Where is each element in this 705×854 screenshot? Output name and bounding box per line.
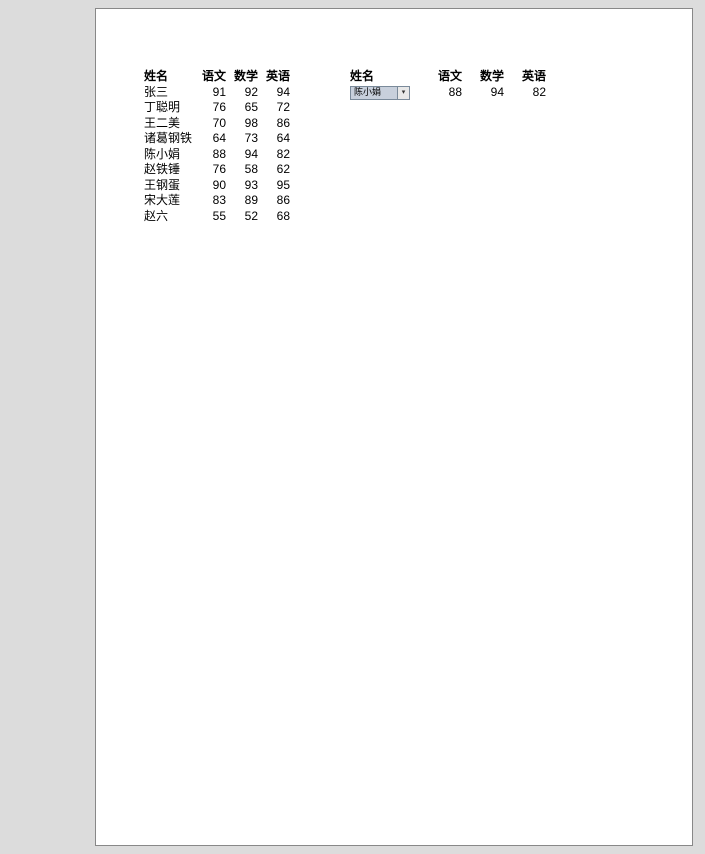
- cell-name: 王钢蛋: [144, 178, 194, 194]
- lookup-math: 94: [462, 85, 504, 101]
- header-english: 英语: [258, 69, 290, 85]
- cell-chinese: 83: [194, 193, 226, 209]
- lookup-header-math: 数学: [462, 69, 504, 85]
- cell-chinese: 76: [194, 100, 226, 116]
- table-row: 王二美709886: [144, 116, 290, 132]
- table-row: 赵铁锤765862: [144, 162, 290, 178]
- cell-name: 王二美: [144, 116, 194, 132]
- cell-math: 73: [226, 131, 258, 147]
- lookup-chinese: 88: [420, 85, 462, 101]
- lookup-table: 姓名 语文 数学 英语 陈小娟 ▾ 88 94 82: [350, 69, 546, 224]
- cell-english: 72: [258, 100, 290, 116]
- cell-name: 赵六: [144, 209, 194, 225]
- cell-english: 95: [258, 178, 290, 194]
- cell-name: 诸葛钢铁: [144, 131, 194, 147]
- cell-math: 52: [226, 209, 258, 225]
- cell-english: 94: [258, 85, 290, 101]
- cell-chinese: 91: [194, 85, 226, 101]
- header-name: 姓名: [144, 69, 194, 85]
- cell-math: 98: [226, 116, 258, 132]
- cell-name: 张三: [144, 85, 194, 101]
- cell-math: 89: [226, 193, 258, 209]
- lookup-header-row: 姓名 语文 数学 英语: [350, 69, 546, 85]
- cell-english: 64: [258, 131, 290, 147]
- header-chinese: 语文: [194, 69, 226, 85]
- lookup-header-name: 姓名: [350, 69, 420, 85]
- lookup-header-chinese: 语文: [420, 69, 462, 85]
- document-page: 姓名 语文 数学 英语 张三919294丁聪明766572王二美709886诸葛…: [95, 8, 693, 846]
- cell-chinese: 90: [194, 178, 226, 194]
- cell-english: 86: [258, 116, 290, 132]
- cell-chinese: 70: [194, 116, 226, 132]
- chevron-down-icon: ▾: [397, 87, 409, 99]
- cell-english: 82: [258, 147, 290, 163]
- lookup-english: 82: [504, 85, 546, 101]
- table-row: 丁聪明766572: [144, 100, 290, 116]
- dropdown-selected: 陈小娟: [354, 85, 397, 101]
- table-row: 赵六555268: [144, 209, 290, 225]
- table-row: 陈小娟889482: [144, 147, 290, 163]
- cell-chinese: 76: [194, 162, 226, 178]
- cell-math: 58: [226, 162, 258, 178]
- table-row: 王钢蛋909395: [144, 178, 290, 194]
- table-row: 宋大莲838986: [144, 193, 290, 209]
- cell-english: 68: [258, 209, 290, 225]
- cell-chinese: 64: [194, 131, 226, 147]
- table-header-row: 姓名 语文 数学 英语: [144, 69, 290, 85]
- cell-chinese: 55: [194, 209, 226, 225]
- lookup-header-english: 英语: [504, 69, 546, 85]
- cell-english: 62: [258, 162, 290, 178]
- content-area: 姓名 语文 数学 英语 张三919294丁聪明766572王二美709886诸葛…: [144, 69, 652, 224]
- cell-english: 86: [258, 193, 290, 209]
- cell-name: 宋大莲: [144, 193, 194, 209]
- cell-math: 65: [226, 100, 258, 116]
- name-dropdown-cell: 陈小娟 ▾: [350, 84, 420, 100]
- header-math: 数学: [226, 69, 258, 85]
- lookup-row: 陈小娟 ▾ 88 94 82: [350, 85, 546, 101]
- table-row: 张三919294: [144, 85, 290, 101]
- cell-math: 94: [226, 147, 258, 163]
- cell-name: 赵铁锤: [144, 162, 194, 178]
- cell-math: 92: [226, 85, 258, 101]
- data-table: 姓名 语文 数学 英语 张三919294丁聪明766572王二美709886诸葛…: [144, 69, 290, 224]
- table-row: 诸葛钢铁647364: [144, 131, 290, 147]
- cell-math: 93: [226, 178, 258, 194]
- cell-name: 陈小娟: [144, 147, 194, 163]
- name-dropdown[interactable]: 陈小娟 ▾: [350, 86, 410, 100]
- cell-name: 丁聪明: [144, 100, 194, 116]
- cell-chinese: 88: [194, 147, 226, 163]
